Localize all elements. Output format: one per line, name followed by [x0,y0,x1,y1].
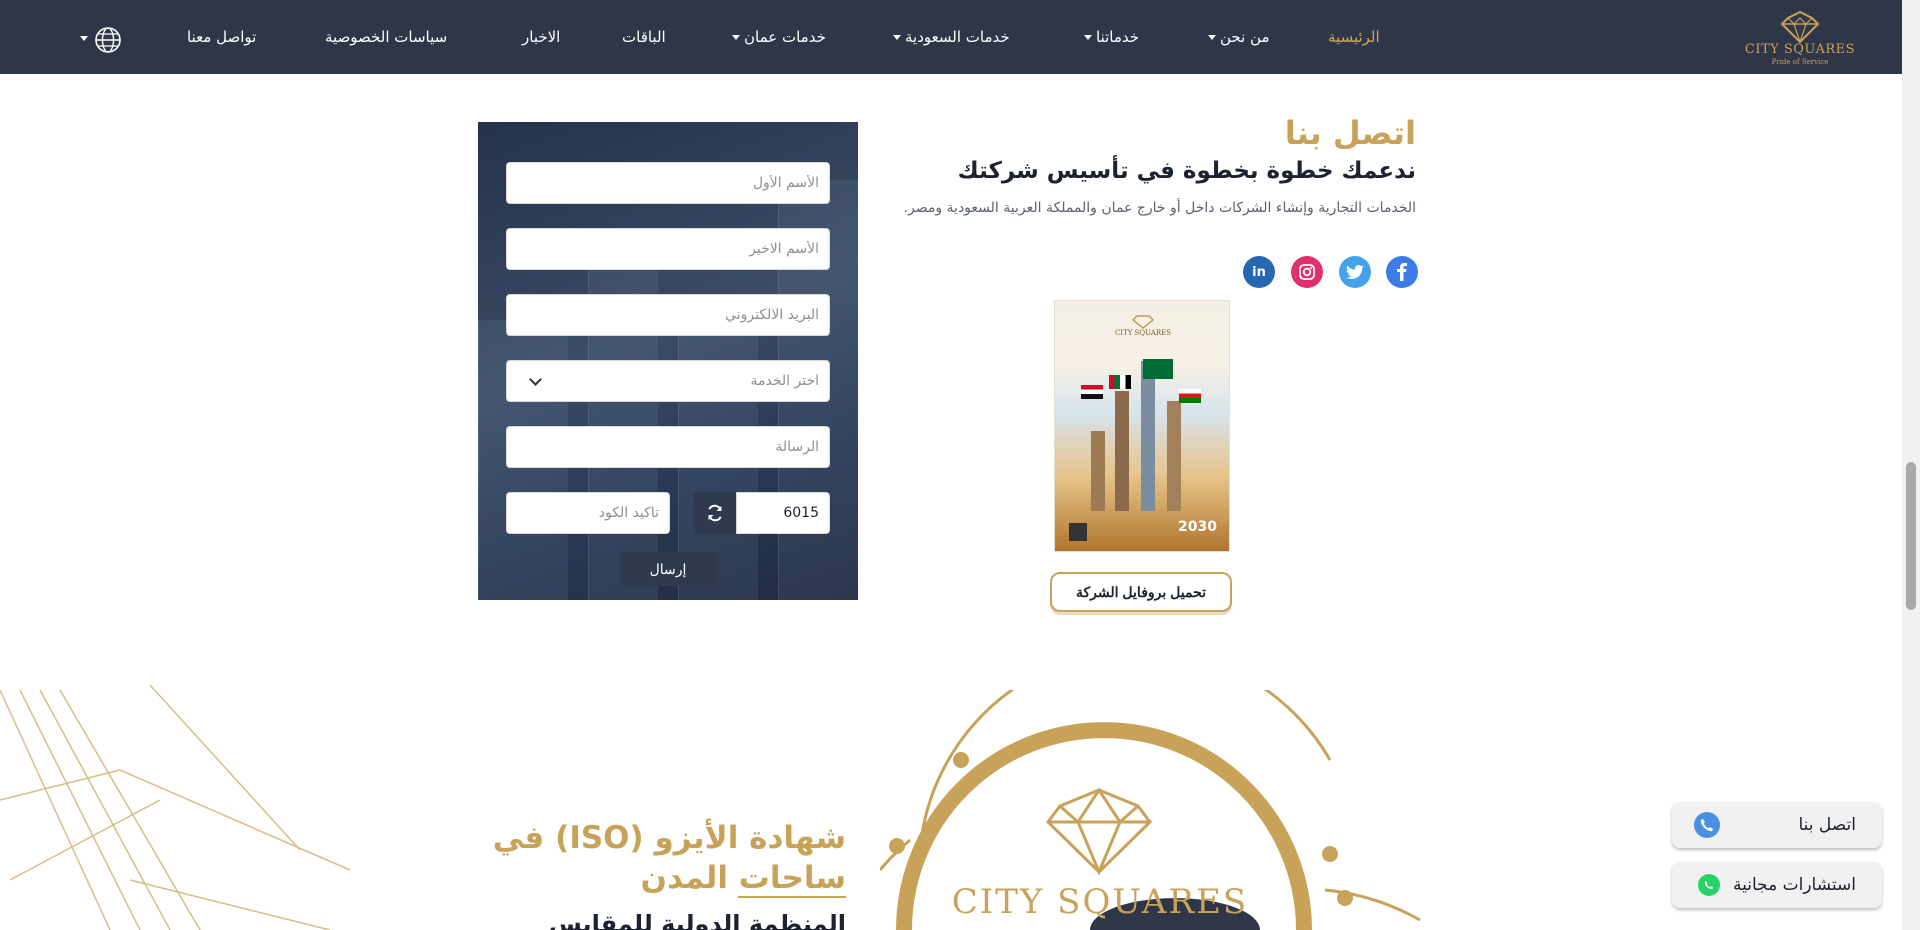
nav-item-privacy[interactable]: سياسات الخصوصية [325,28,447,46]
logo-brand-text: CITY SQUARES [1744,42,1856,57]
first-name-input[interactable] [506,162,830,204]
contact-description: الخدمات التجارية وإنشاء الشركات داخل أو … [903,200,1416,216]
contact-form: اختر الخدمة 6015 إرسال [478,122,858,600]
iso-title: شهادة الأيزو (ISO) في ساحات المدن [492,820,846,896]
social-links: in [1240,256,1420,288]
nav-item-label: خدمات السعودية [905,28,1010,46]
chevron-down-icon [80,36,88,41]
twitter-icon[interactable] [1339,256,1371,288]
whatsapp-icon [1698,874,1720,896]
floating-contact-button[interactable]: اتصل بنا [1672,802,1882,848]
uae-flag [1109,375,1131,389]
brochure-year: 2030 [1178,519,1217,535]
brochure-brand: CITY SQUARES [1114,329,1172,337]
confirm-code-input[interactable] [506,492,670,534]
globe-icon [95,27,121,53]
decorative-lines [0,684,351,930]
nav-item-about[interactable]: من نحن [1208,28,1270,46]
nav-item-contact[interactable]: تواصل معنا [187,28,256,46]
message-input[interactable] [506,426,830,468]
scrollbar-thumb[interactable] [1906,462,1916,610]
chevron-down-icon [529,372,542,386]
top-navbar: CITY SQUARES Pride of Service الرئيسية م… [0,0,1902,74]
diamond-logo-icon [1132,315,1154,329]
chevron-down-icon [732,35,740,40]
egypt-flag [1081,385,1103,399]
linkedin-icon[interactable]: in [1243,256,1275,288]
iso-subtitle: المنظمة الدولية للمقايس [548,910,846,930]
nav-item-label: خدماتنا [1096,28,1140,46]
saudi-flag [1143,359,1173,379]
facebook-icon[interactable] [1386,256,1418,288]
service-select-value: اختر الخدمة [750,373,820,389]
nav-item-packages[interactable]: الباقات [622,28,666,46]
contact-title: اتصل بنا [1284,114,1416,152]
nav-item-label: خدمات عمان [744,28,826,46]
company-brochure-image: CITY SQUARES 2030 [1054,300,1230,552]
skyline-shape [1167,401,1181,511]
refresh-captcha-button[interactable] [694,492,736,534]
submit-button[interactable]: إرسال [620,552,716,586]
oman-flag [1179,389,1201,403]
phone-icon [1694,812,1720,838]
chevron-down-icon [1208,35,1216,40]
download-profile-button[interactable]: تحميل بروفايل الشركة [1050,572,1232,612]
title-underline [738,896,846,898]
refresh-icon [708,504,722,522]
diamond-logo-icon [1780,10,1820,44]
nav-item-saudi-services[interactable]: خدمات السعودية [893,28,1010,46]
logo-tagline: Pride of Service [1771,58,1829,66]
service-select[interactable]: اختر الخدمة [506,360,830,402]
skyline-shape [1141,361,1155,511]
skyline-shape [1091,431,1105,511]
instagram-icon[interactable] [1291,256,1323,288]
qr-code-icon [1069,523,1087,541]
chevron-down-icon [1084,35,1092,40]
captcha-code: 6015 [736,492,830,534]
chevron-down-icon [893,35,901,40]
floating-consult-label: استشارات مجانية [1732,875,1856,895]
floating-contact-label: اتصل بنا [1798,815,1856,835]
nav-item-services[interactable]: خدماتنا [1084,28,1139,46]
nav-item-label: من نحن [1220,28,1270,46]
last-name-input[interactable] [506,228,830,270]
nav-item-home[interactable]: الرئيسية [1328,28,1380,46]
nav-item-news[interactable]: الاخبار [522,28,560,46]
language-switcher[interactable] [76,24,124,54]
floating-consult-button[interactable]: استشارات مجانية [1672,862,1882,908]
iso-emblem-brand: CITY SQUARES [951,882,1249,922]
skyline-shape [1115,391,1129,511]
email-input[interactable] [506,294,830,336]
nav-item-oman-services[interactable]: خدمات عمان [732,28,826,46]
site-logo[interactable]: CITY SQUARES Pride of Service [1740,10,1860,68]
page-scrollbar[interactable] [1902,0,1920,930]
contact-subtitle: ندعمك خطوة بخطوة في تأسيس شركتك [957,158,1416,184]
